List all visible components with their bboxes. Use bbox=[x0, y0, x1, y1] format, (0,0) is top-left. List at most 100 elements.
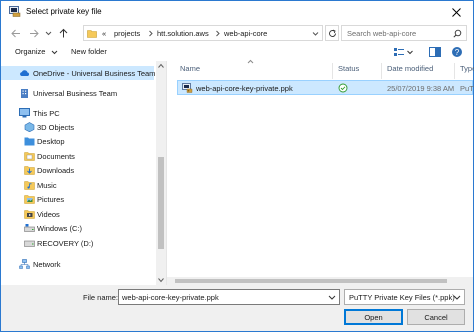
pictures-folder-icon bbox=[24, 195, 35, 204]
column-header-status[interactable]: Status bbox=[338, 64, 359, 78]
sort-ascending-icon bbox=[247, 59, 254, 64]
close-button[interactable] bbox=[443, 3, 469, 21]
column-header-type[interactable]: Type bbox=[460, 64, 474, 78]
chevron-right-icon[interactable] bbox=[148, 30, 154, 37]
ppk-file-icon bbox=[182, 83, 193, 93]
svg-text:?: ? bbox=[455, 48, 460, 57]
file-name-input[interactable]: web-api-core-key-private.ppk bbox=[118, 289, 340, 305]
drive-icon bbox=[24, 240, 35, 247]
cancel-button[interactable]: Cancel bbox=[407, 309, 465, 325]
file-type-select[interactable]: PuTTY Private Key Files (*.ppk) bbox=[344, 289, 465, 305]
sidebar-item-label: RECOVERY (D:) bbox=[37, 239, 94, 248]
new-folder-button[interactable]: New folder bbox=[71, 47, 107, 56]
arrow-right-icon bbox=[30, 29, 39, 37]
downloads-folder-icon bbox=[24, 166, 35, 175]
refresh-icon bbox=[328, 29, 336, 37]
help-icon[interactable]: ? bbox=[451, 46, 463, 58]
scroll-down-icon[interactable] bbox=[158, 277, 164, 283]
chevron-down-icon[interactable] bbox=[311, 29, 320, 38]
open-button[interactable]: Open bbox=[344, 309, 403, 325]
sidebar-item-label: Pictures bbox=[37, 195, 65, 204]
back-button[interactable] bbox=[10, 27, 22, 39]
network-icon bbox=[19, 259, 30, 269]
chevron-down-icon bbox=[45, 31, 51, 35]
window-title: Select private key file bbox=[26, 7, 102, 16]
sidebar-item-videos[interactable]: Videos bbox=[1, 207, 154, 221]
computer-icon bbox=[19, 108, 30, 118]
scrollbar-thumb[interactable] bbox=[158, 157, 164, 249]
scrollbar-thumb[interactable] bbox=[175, 279, 447, 283]
building-icon bbox=[21, 89, 28, 98]
sidebar-item-label: 3D Objects bbox=[37, 123, 75, 132]
sidebar-item-this-pc[interactable]: This PC bbox=[1, 106, 154, 120]
file-list: Name Status Date modified Type web-api-c… bbox=[167, 59, 474, 285]
search-icon bbox=[453, 29, 462, 38]
sidebar-item-network[interactable]: Network bbox=[1, 257, 154, 271]
sidebar-item-recovery-d[interactable]: RECOVERY (D:) bbox=[1, 236, 154, 250]
file-date-modified: 25/07/2019 9:38 AM bbox=[387, 84, 455, 93]
title-bar: Select private key file bbox=[1, 1, 473, 23]
chevron-down-icon bbox=[453, 295, 461, 300]
address-overflow[interactable]: « bbox=[102, 29, 106, 38]
sidebar-item-documents[interactable]: Documents bbox=[1, 149, 154, 163]
desktop-folder-icon bbox=[24, 137, 35, 146]
sidebar-item-label: Windows (C:) bbox=[37, 224, 83, 233]
sidebar-item-pictures[interactable]: Pictures bbox=[1, 192, 154, 206]
column-header-name[interactable]: Name bbox=[180, 64, 200, 78]
column-header-date-modified[interactable]: Date modified bbox=[387, 64, 433, 78]
chevron-down-icon[interactable] bbox=[328, 294, 336, 301]
sidebar-item-downloads[interactable]: Downloads bbox=[1, 163, 154, 177]
recent-locations-button[interactable] bbox=[44, 27, 52, 39]
sidebar-item-label: Universal Business Team bbox=[33, 89, 118, 98]
navigation-pane: OneDrive - Universal Business Team Unive… bbox=[1, 61, 166, 285]
sidebar-item-universal-business-team[interactable]: Universal Business Team bbox=[1, 86, 154, 100]
navigation-scrollbar[interactable] bbox=[156, 61, 166, 285]
arrow-up-icon bbox=[59, 28, 67, 38]
file-name: web-api-core-key-private.ppk bbox=[196, 84, 293, 93]
sidebar-item-label: OneDrive - Universal Business Team bbox=[33, 69, 156, 78]
view-options-icon[interactable] bbox=[393, 46, 405, 58]
file-name-value: web-api-core-key-private.ppk bbox=[122, 293, 219, 302]
sidebar-item-desktop[interactable]: Desktop bbox=[1, 134, 154, 148]
breadcrumb-projects[interactable]: projects bbox=[114, 29, 140, 38]
breadcrumb-htt-solution-aws[interactable]: htt.solution.aws bbox=[157, 29, 209, 38]
documents-folder-icon bbox=[24, 152, 35, 161]
sidebar-item-label: Downloads bbox=[37, 166, 75, 175]
search-placeholder: Search web-api-core bbox=[347, 29, 417, 38]
music-folder-icon bbox=[24, 181, 35, 190]
chevron-down-icon bbox=[51, 50, 57, 54]
dialog-footer: File name: web-api-core-key-private.ppk … bbox=[1, 285, 473, 331]
sidebar-item-music[interactable]: Music bbox=[1, 178, 154, 192]
chevron-right-icon[interactable] bbox=[215, 30, 221, 37]
forward-button[interactable] bbox=[28, 27, 40, 39]
synced-check-icon bbox=[338, 83, 348, 93]
sidebar-item-label: Documents bbox=[37, 152, 75, 161]
file-type: PuTTY bbox=[460, 84, 474, 93]
sidebar-item-3d-objects[interactable]: 3D Objects bbox=[1, 120, 154, 134]
preview-pane-icon[interactable] bbox=[429, 46, 441, 58]
videos-folder-icon bbox=[24, 210, 35, 219]
address-bar[interactable]: « projects htt.solution.aws web-api-core bbox=[83, 25, 323, 41]
breadcrumb-web-api-core[interactable]: web-api-core bbox=[224, 29, 267, 38]
command-bar: Organize New folder ? bbox=[1, 43, 473, 61]
column-divider[interactable] bbox=[332, 63, 333, 79]
sidebar-item-label: Videos bbox=[37, 210, 60, 219]
search-input[interactable]: Search web-api-core bbox=[341, 25, 467, 41]
3d-objects-icon bbox=[24, 122, 35, 132]
file-row[interactable]: web-api-core-key-private.ppk 25/07/2019 … bbox=[177, 80, 474, 95]
horizontal-scrollbar[interactable] bbox=[167, 277, 473, 285]
organize-menu[interactable]: Organize bbox=[15, 47, 58, 56]
column-divider[interactable] bbox=[454, 63, 455, 79]
scroll-up-icon[interactable] bbox=[158, 63, 164, 69]
folder-icon bbox=[87, 30, 97, 38]
up-button[interactable] bbox=[57, 27, 69, 39]
refresh-button[interactable] bbox=[325, 25, 339, 41]
sidebar-item-windows-c[interactable]: Windows (C:) bbox=[1, 221, 154, 235]
sidebar-item-label: Desktop bbox=[37, 137, 65, 146]
sidebar-item-label: This PC bbox=[33, 109, 60, 118]
column-divider[interactable] bbox=[381, 63, 382, 79]
sidebar-item-onedrive[interactable]: OneDrive - Universal Business Team bbox=[1, 66, 156, 80]
organize-label: Organize bbox=[15, 47, 46, 56]
chevron-down-icon[interactable] bbox=[406, 46, 414, 58]
putty-app-icon bbox=[9, 6, 21, 17]
